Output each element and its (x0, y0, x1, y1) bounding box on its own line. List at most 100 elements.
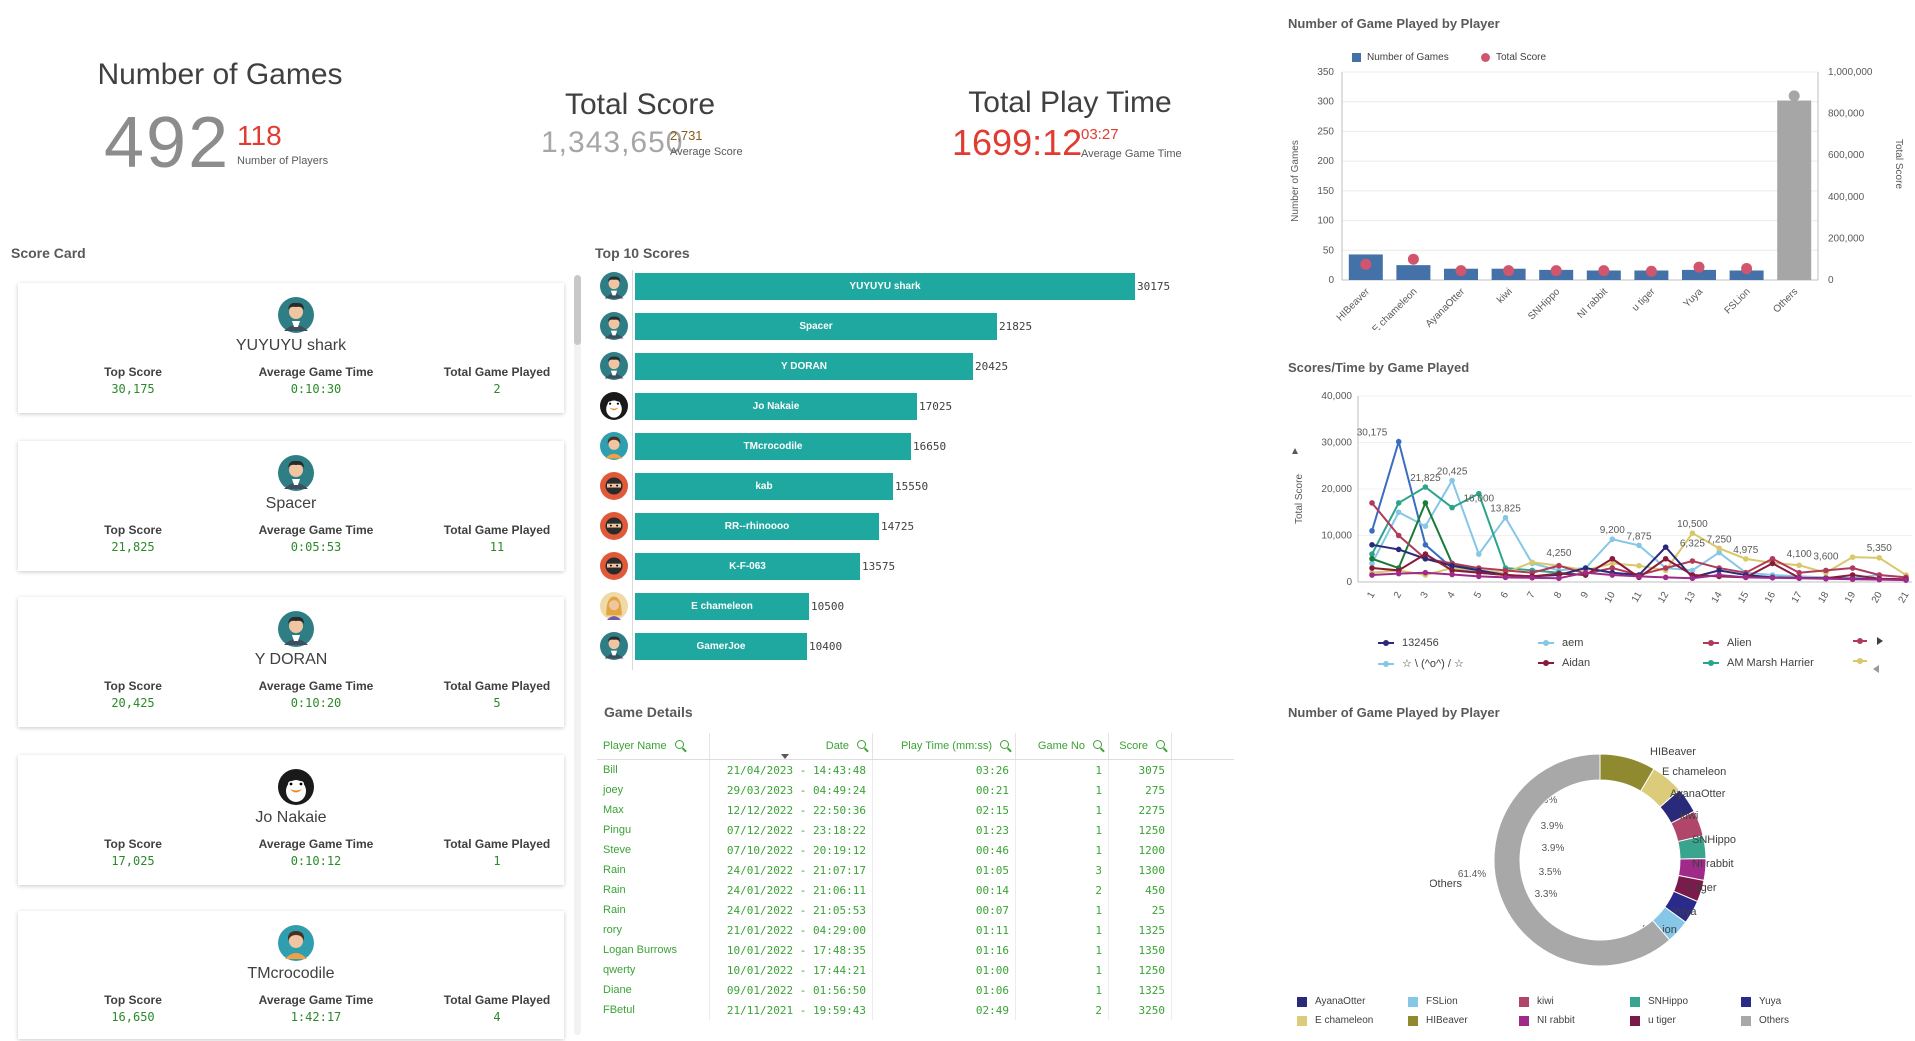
score-point[interactable] (1598, 265, 1610, 277)
axis-toggle-icon[interactable] (1292, 448, 1298, 454)
games-bar[interactable] (1396, 265, 1431, 280)
donut-legend-item[interactable]: kiwi (1519, 996, 1554, 1007)
table-row[interactable]: Bill 21/04/2023 - 14:43:48 03:26 1 3075 (597, 759, 1234, 780)
series-point[interactable] (1395, 500, 1402, 506)
series-point[interactable] (1395, 570, 1402, 577)
donut-legend-item[interactable]: FSLion (1408, 996, 1458, 1007)
line-legend-item[interactable]: AM Marsh Harrier (1703, 657, 1814, 669)
line-legend-item[interactable]: aem (1538, 637, 1583, 649)
top10-bar[interactable]: Y DORAN (635, 353, 973, 380)
score-card[interactable]: Spacer Top Score Average Game Time Total Ga… (18, 441, 564, 571)
series-point[interactable] (1743, 556, 1749, 562)
series-point[interactable] (1369, 500, 1375, 506)
series-point[interactable] (1796, 562, 1802, 569)
table-row[interactable]: Diane 09/01/2022 - 01:56:50 01:06 1 1325 (597, 980, 1234, 1000)
table-row[interactable]: Logan Burrows 10/01/2022 - 17:48:35 01:16 1… (597, 940, 1234, 960)
series-point[interactable] (1662, 574, 1669, 581)
score-point[interactable] (1741, 263, 1753, 275)
score-card[interactable]: YUYUYU shark Top Score Average Game Time To… (18, 283, 564, 413)
series-point[interactable] (1395, 546, 1402, 553)
top10-bar[interactable]: YUYUYU shark (635, 273, 1135, 300)
series-point[interactable] (1556, 575, 1562, 582)
score-card-scrollbar[interactable] (574, 275, 581, 1035)
table-row[interactable]: rory 21/01/2022 - 04:29:00 01:11 1 1325 (597, 920, 1234, 940)
series-point[interactable] (1636, 573, 1642, 580)
series-point[interactable] (1662, 565, 1669, 571)
games-bar[interactable] (1777, 100, 1812, 280)
series-point[interactable] (1743, 574, 1749, 581)
series-point[interactable] (1476, 573, 1482, 580)
score-point[interactable] (1407, 253, 1419, 265)
series-point[interactable] (1395, 438, 1402, 445)
table-row[interactable]: Rain 24/01/2022 - 21:05:53 00:07 1 25 (597, 900, 1234, 920)
top10-bar[interactable]: E chameleon (635, 593, 809, 620)
score-point[interactable] (1645, 265, 1657, 277)
donut-legend-item[interactable]: u tiger (1630, 1015, 1676, 1026)
col-date[interactable]: Date (709, 733, 873, 760)
score-card[interactable]: TMcrocodile Top Score Average Game Time Tot… (18, 911, 564, 1039)
score-point[interactable] (1455, 265, 1467, 277)
legend-next-arrow-icon[interactable] (1877, 637, 1883, 645)
series-point[interactable] (1422, 542, 1429, 548)
series-point[interactable] (1369, 542, 1375, 548)
series-point[interactable] (1556, 562, 1562, 569)
top10-bar[interactable]: K-F-063 (635, 553, 860, 580)
search-icon[interactable] (857, 740, 866, 749)
score-point[interactable] (1360, 258, 1372, 270)
series-point[interactable] (1369, 555, 1375, 562)
donut-legend-item[interactable]: SNHippo (1630, 996, 1688, 1007)
series-line[interactable] (1371, 437, 1506, 577)
series-point[interactable] (1662, 555, 1669, 562)
series-point[interactable] (1716, 572, 1722, 578)
top10-bar[interactable]: Jo Nakaie (635, 393, 917, 420)
line-legend-item[interactable]: Alien (1703, 637, 1751, 649)
series-point[interactable] (1422, 523, 1429, 529)
series-point[interactable] (1502, 514, 1509, 521)
series-point[interactable] (1876, 555, 1883, 561)
series-point[interactable] (1689, 530, 1696, 536)
series-point[interactable] (1903, 577, 1909, 583)
top10-bar[interactable]: kab (635, 473, 893, 500)
search-icon[interactable] (1000, 740, 1009, 749)
line-legend-item[interactable]: Aidan (1538, 657, 1590, 669)
series-point[interactable] (1689, 575, 1696, 582)
series-point[interactable] (1449, 504, 1455, 511)
series-point[interactable] (1395, 532, 1402, 539)
donut-legend-item[interactable]: Yuya (1741, 996, 1781, 1007)
series-point[interactable] (1529, 575, 1535, 581)
col-score[interactable]: Score (1108, 733, 1172, 760)
score-card[interactable]: Y DORAN Top Score Average Game Time Total G… (18, 597, 564, 727)
series-point[interactable] (1582, 569, 1589, 576)
series-point[interactable] (1876, 576, 1883, 583)
series-point[interactable] (1609, 572, 1616, 578)
legend-prev-arrow-icon[interactable] (1873, 665, 1879, 673)
series-point[interactable] (1796, 575, 1802, 582)
series-point[interactable] (1716, 545, 1722, 552)
series-point[interactable] (1395, 509, 1402, 516)
series-point[interactable] (1849, 565, 1856, 571)
table-row[interactable]: Rain 24/01/2022 - 21:07:17 01:05 3 1300 (597, 860, 1234, 880)
series-point[interactable] (1449, 477, 1455, 484)
score-card-scroll-thumb[interactable] (574, 275, 581, 345)
series-point[interactable] (1849, 554, 1856, 560)
series-point[interactable] (1609, 536, 1616, 543)
col-play-time[interactable]: Play Time (mm:ss) (872, 733, 1016, 760)
series-point[interactable] (1529, 559, 1535, 566)
donut-legend-item[interactable]: HIBeaver (1408, 1015, 1468, 1026)
table-row[interactable]: Pingu 07/12/2022 - 23:18:22 01:23 1 1250 (597, 820, 1234, 840)
top10-bar[interactable]: RR--rhinoooo (635, 513, 879, 540)
series-point[interactable] (1796, 569, 1802, 576)
series-point[interactable] (1422, 551, 1429, 557)
series-point[interactable] (1823, 575, 1829, 582)
series-point[interactable] (1662, 544, 1669, 550)
line-legend-item[interactable]: ☆ \ (^o^) / ☆ (1378, 657, 1464, 670)
search-icon[interactable] (1093, 740, 1102, 749)
series-point[interactable] (1769, 560, 1776, 567)
series-point[interactable] (1609, 555, 1616, 562)
table-row[interactable]: Rain 24/01/2022 - 21:06:11 00:14 2 450 (597, 880, 1234, 900)
series-point[interactable] (1369, 528, 1375, 534)
series-point[interactable] (1369, 565, 1375, 571)
donut-legend-item[interactable]: AyanaOtter (1297, 996, 1365, 1007)
series-point[interactable] (1476, 551, 1482, 557)
score-point[interactable] (1550, 265, 1562, 277)
